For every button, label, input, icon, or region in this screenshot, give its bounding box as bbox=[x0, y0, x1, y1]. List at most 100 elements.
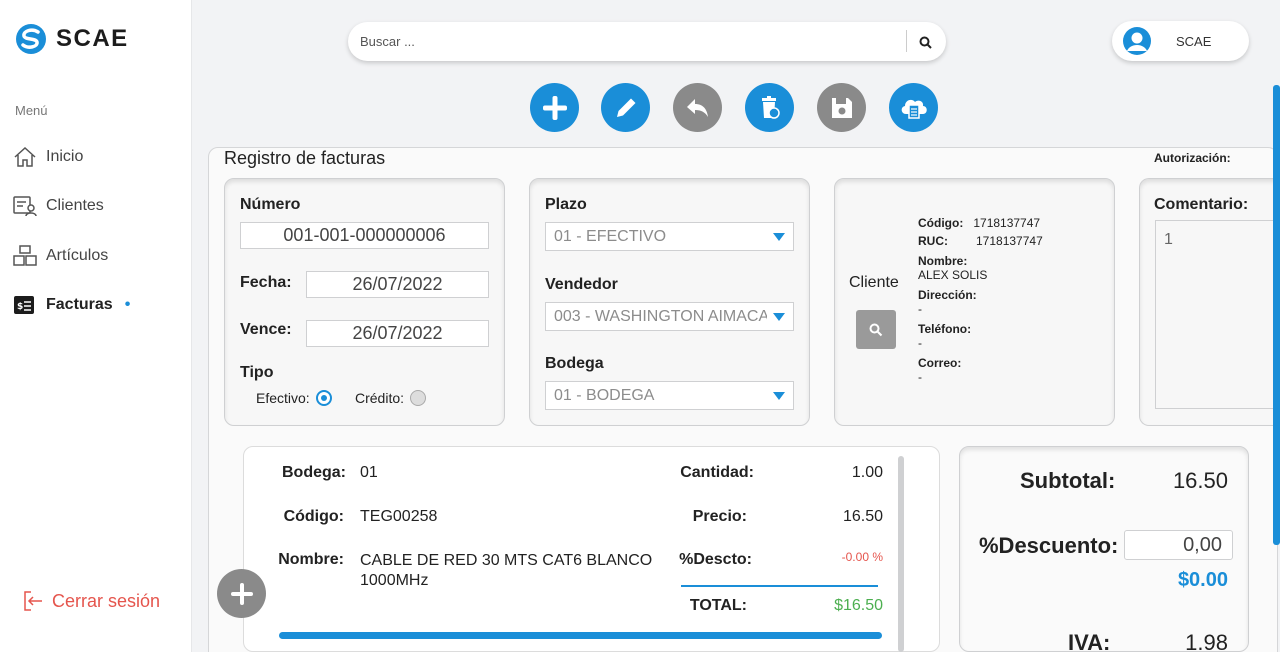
telefono-label: Teléfono: bbox=[918, 322, 972, 336]
client-ruc: RUC: 1718137747 bbox=[918, 234, 1043, 248]
iva-label: IVA: bbox=[1068, 630, 1111, 652]
vendedor-value: 003 - WASHINGTON AIMACAÑA bbox=[554, 307, 767, 325]
item-scrollbar[interactable] bbox=[898, 456, 904, 652]
descuento-input[interactable]: 0,00 bbox=[1124, 530, 1233, 560]
chevron-down-icon bbox=[773, 313, 785, 321]
client-search-button[interactable] bbox=[856, 310, 896, 349]
subtotal-value: 16.50 bbox=[1172, 468, 1228, 493]
logout-label: Cerrar sesión bbox=[52, 590, 161, 611]
articles-icon bbox=[13, 245, 37, 266]
item-nombre-label: Nombre: bbox=[278, 551, 344, 568]
app-name: SCAE bbox=[56, 25, 129, 52]
direccion-value: - bbox=[918, 302, 922, 316]
correo-value: - bbox=[918, 370, 922, 384]
precio-label: Precio: bbox=[692, 508, 747, 525]
edit-icon bbox=[616, 98, 635, 117]
comentario-label: Comentario: bbox=[1154, 196, 1249, 213]
fecha-label: Fecha: bbox=[240, 274, 292, 291]
invoice-header-panel bbox=[224, 178, 505, 426]
search-divider bbox=[906, 30, 907, 52]
add-icon bbox=[230, 582, 253, 605]
sidebar-item-facturas[interactable]: $ Facturas • bbox=[13, 294, 130, 316]
ruc-value: 1718137747 bbox=[976, 234, 1043, 248]
descuento-amount: $0.00 bbox=[1177, 569, 1228, 591]
save-icon bbox=[831, 97, 852, 118]
numero-field[interactable]: 001-001-000000006 bbox=[240, 222, 489, 249]
svg-text:$: $ bbox=[17, 302, 23, 312]
cloud-button[interactable] bbox=[889, 83, 938, 132]
cantidad-label: Cantidad: bbox=[680, 464, 754, 481]
vence-field[interactable]: 26/07/2022 bbox=[306, 320, 489, 347]
edit-button[interactable] bbox=[601, 83, 650, 132]
efectivo-label: Efectivo: bbox=[256, 390, 310, 406]
ruc-label: RUC: bbox=[918, 234, 948, 248]
chevron-down-icon bbox=[773, 392, 785, 400]
sidebar-item-clientes[interactable]: Clientes bbox=[13, 195, 104, 217]
sidebar-item-label: Facturas bbox=[46, 296, 113, 313]
delete-icon bbox=[761, 95, 780, 119]
cliente-title: Cliente bbox=[849, 274, 899, 291]
item-bodega-value: 01 bbox=[360, 464, 378, 481]
comentario-textarea[interactable]: 1 bbox=[1155, 220, 1277, 409]
fecha-field[interactable]: 26/07/2022 bbox=[306, 271, 489, 298]
app-logo[interactable]: SCAE bbox=[14, 22, 129, 56]
add-item-button[interactable] bbox=[217, 569, 266, 618]
clients-icon bbox=[13, 196, 37, 217]
client-codigo: Código: 1718137747 bbox=[918, 216, 1040, 230]
search-input[interactable] bbox=[360, 31, 890, 51]
item-nombre-value: CABLE DE RED 30 MTS CAT6 BLANCO 1000MHz bbox=[360, 552, 653, 589]
bodega-select[interactable]: 01 - BODEGA bbox=[545, 381, 794, 410]
invoice-icon: $ bbox=[14, 296, 34, 314]
plazo-label: Plazo bbox=[545, 196, 587, 213]
search-bar bbox=[348, 22, 946, 61]
save-button[interactable] bbox=[817, 83, 866, 132]
user-avatar-icon bbox=[1123, 27, 1151, 55]
vendedor-label: Vendedor bbox=[545, 276, 618, 293]
codigo-value: 1718137747 bbox=[973, 216, 1041, 230]
correo-label: Correo: bbox=[918, 356, 962, 370]
search-icon bbox=[869, 323, 883, 336]
logo-icon bbox=[16, 24, 46, 54]
sidebar-item-articulos[interactable]: Artículos bbox=[13, 245, 108, 267]
sidebar-item-label: Clientes bbox=[46, 197, 104, 214]
search-button[interactable] bbox=[912, 30, 938, 54]
numero-label: Número bbox=[240, 196, 301, 213]
vendedor-select[interactable]: 003 - WASHINGTON AIMACAÑA bbox=[545, 302, 794, 331]
descto-label: %Descto: bbox=[679, 551, 752, 568]
item-bodega-label: Bodega: bbox=[282, 464, 346, 481]
chevron-down-icon bbox=[773, 233, 785, 241]
user-name: SCAE bbox=[1176, 33, 1212, 49]
user-menu[interactable]: SCAE bbox=[1112, 21, 1249, 61]
search-icon bbox=[919, 36, 932, 49]
credito-radio[interactable] bbox=[410, 390, 427, 406]
efectivo-radio[interactable] bbox=[315, 390, 332, 406]
item-codigo-value: TEG00258 bbox=[360, 508, 438, 525]
add-button[interactable] bbox=[530, 83, 579, 132]
descuento-label: %Descuento: bbox=[979, 533, 1119, 558]
cloud-icon bbox=[901, 99, 927, 119]
logout-icon bbox=[24, 591, 42, 611]
undo-button[interactable] bbox=[673, 83, 722, 132]
precio-value: 16.50 bbox=[842, 508, 883, 525]
horizontal-scrollbar[interactable] bbox=[279, 632, 882, 639]
total-label: TOTAL: bbox=[689, 597, 747, 614]
efectivo-option[interactable]: Efectivo: bbox=[256, 390, 332, 406]
page-title: Registro de facturas bbox=[224, 148, 386, 168]
home-icon bbox=[14, 146, 36, 167]
sidebar-item-inicio[interactable]: Inicio bbox=[13, 146, 83, 168]
telefono-value: - bbox=[918, 336, 922, 350]
logout-button[interactable]: Cerrar sesión bbox=[22, 590, 160, 612]
bodega-label: Bodega bbox=[545, 355, 604, 372]
authorization-label: Autorización: bbox=[1154, 151, 1231, 165]
cantidad-value: 1.00 bbox=[851, 464, 883, 481]
delete-button[interactable] bbox=[745, 83, 794, 132]
descto-value: -0.00 % bbox=[841, 550, 883, 564]
sidebar-item-label: Inicio bbox=[46, 148, 84, 165]
plazo-select[interactable]: 01 - EFECTIVO bbox=[545, 222, 794, 251]
page-scrollbar[interactable] bbox=[1273, 85, 1280, 545]
nombre-value: ALEX SOLIS bbox=[918, 268, 988, 282]
plazo-value: 01 - EFECTIVO bbox=[554, 227, 667, 245]
add-icon bbox=[542, 95, 567, 120]
credito-option[interactable]: Crédito: bbox=[355, 390, 427, 406]
sidebar: SCAE Menú Inicio Clientes Artículos $ Fa… bbox=[0, 0, 192, 652]
